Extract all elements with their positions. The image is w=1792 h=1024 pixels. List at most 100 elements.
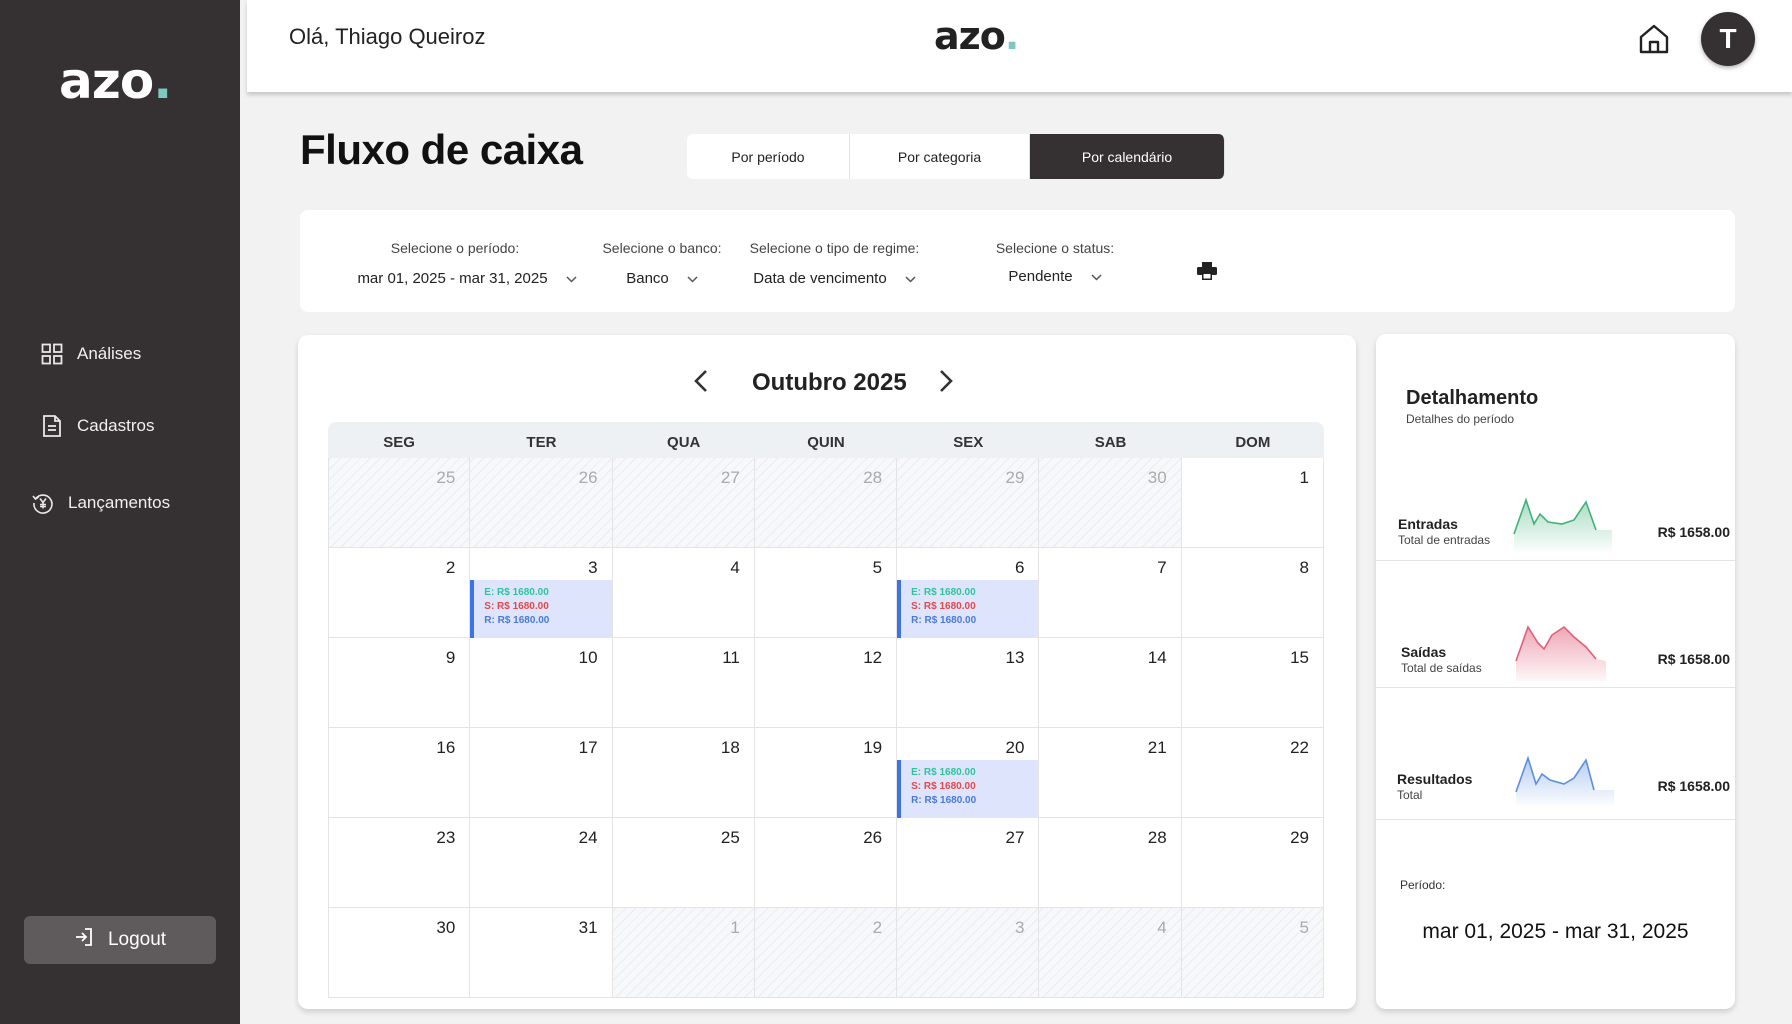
bank-select-value: Banco	[626, 270, 669, 287]
day-number: 27	[1005, 828, 1025, 847]
calendar-day[interactable]: 13	[897, 638, 1040, 728]
sidebar: azo. Análises Cadastros Lançamentos Logo…	[0, 0, 240, 1024]
sidebar-item-label: Cadastros	[77, 416, 155, 435]
home-icon[interactable]	[1637, 22, 1671, 56]
detail-title: Detalhamento	[1406, 387, 1539, 409]
calendar-day[interactable]: 14	[1039, 638, 1182, 728]
day-number: 2	[872, 918, 883, 937]
chevron-down-icon	[566, 270, 577, 287]
metric-entradas: Entradas Total de entradas R$ 1658.00	[1376, 434, 1735, 561]
chevron-left-icon[interactable]	[693, 369, 709, 398]
resultados-sparkline	[1515, 755, 1614, 808]
event-resultado: R: R$ 1680.00	[911, 795, 977, 806]
calendar-day[interactable]: 3 E: R$ 1680.00 S: R$ 1680.00 R: R$ 1680.00	[470, 548, 613, 638]
calendar-day[interactable]: 10	[470, 638, 613, 728]
view-tabs: Por período Por categoria Por calendário	[687, 134, 1225, 179]
calendar-day[interactable]: 16	[328, 728, 471, 818]
calendar-day[interactable]: 5	[754, 548, 898, 638]
calendar-event[interactable]: E: R$ 1680.00 S: R$ 1680.00 R: R$ 1680.00	[897, 760, 1039, 818]
calendar-day[interactable]: 29	[1181, 818, 1324, 908]
sidebar-item-lancamentos[interactable]: Lançamentos	[32, 492, 170, 514]
event-resultado: R: R$ 1680.00	[484, 615, 550, 626]
metric-value: R$ 1658.00	[1657, 778, 1730, 794]
calendar-day[interactable]: 3	[897, 908, 1040, 998]
day-number: 8	[1299, 558, 1309, 577]
calendar-day[interactable]: 6 E: R$ 1680.00 S: R$ 1680.00 R: R$ 1680.00	[897, 548, 1040, 638]
calendar-day[interactable]: 28	[1039, 818, 1182, 908]
calendar-day[interactable]: 2	[754, 908, 898, 998]
metric-title: Saídas	[1401, 644, 1447, 660]
calendar-day[interactable]: 22	[1181, 728, 1324, 818]
grid-icon	[41, 343, 63, 365]
tab-por-calendario[interactable]: Por calendário	[1030, 134, 1225, 179]
calendar-day[interactable]: 1	[1181, 458, 1324, 548]
status-filter-label: Selecione o status:	[995, 240, 1115, 256]
calendar-day[interactable]: 18	[612, 728, 755, 818]
calendar-day[interactable]: 29	[897, 458, 1040, 548]
bank-select[interactable]: Banco	[602, 270, 722, 287]
calendar-event[interactable]: E: R$ 1680.00 S: R$ 1680.00 R: R$ 1680.00	[897, 580, 1039, 638]
calendar-day[interactable]: 12	[754, 638, 898, 728]
period-filter-label: Selecione o período:	[390, 240, 520, 256]
day-number: 22	[1290, 738, 1309, 757]
day-number: 19	[863, 738, 883, 757]
weekday-label: SEX	[953, 433, 984, 451]
calendar-day[interactable]: 26	[754, 818, 898, 908]
calendar-event[interactable]: E: R$ 1680.00 S: R$ 1680.00 R: R$ 1680.00	[470, 580, 612, 638]
day-number: 24	[578, 828, 598, 847]
tab-por-categoria[interactable]: Por categoria	[850, 134, 1030, 179]
calendar-day[interactable]: 4	[612, 548, 755, 638]
chevron-right-icon[interactable]	[938, 369, 954, 398]
calendar-day[interactable]: 17	[470, 728, 613, 818]
event-saida: S: R$ 1680.00	[484, 601, 549, 612]
greeting: Olá, Thiago Queiroz	[289, 24, 486, 49]
print-icon[interactable]	[1197, 262, 1217, 285]
sidebar-item-cadastros[interactable]: Cadastros	[41, 414, 154, 438]
calendar-day[interactable]: 19	[754, 728, 898, 818]
calendar-day[interactable]: 1	[612, 908, 755, 998]
sidebar-item-analises[interactable]: Análises	[41, 343, 141, 365]
calendar-day[interactable]: 25	[328, 458, 471, 548]
calendar-day[interactable]: 27	[612, 458, 755, 548]
entradas-sparkline	[1513, 497, 1612, 554]
calendar-day[interactable]: 21	[1039, 728, 1182, 818]
avatar[interactable]: T	[1701, 12, 1755, 66]
status-select[interactable]: Pendente	[990, 268, 1120, 285]
calendar-day[interactable]: 27	[897, 818, 1040, 908]
calendar-weekday-header: SEG TER QUA QUIN SEX SAB DOM	[328, 422, 1324, 458]
bank-filter: Selecione o banco: Banco	[602, 240, 722, 287]
calendar-day[interactable]: 20 E: R$ 1680.00 S: R$ 1680.00 R: R$ 1680.0…	[897, 728, 1040, 818]
event-entrada: E: R$ 1680.00	[484, 587, 549, 598]
sidebar-logo: azo.	[59, 52, 172, 110]
tab-por-periodo[interactable]: Por período	[687, 134, 850, 179]
logout-button[interactable]: Logout	[24, 916, 216, 964]
calendar-day[interactable]: 30	[328, 908, 471, 998]
regime-select[interactable]: Data de vencimento	[742, 270, 927, 287]
calendar-day[interactable]: 5	[1181, 908, 1324, 998]
period-select[interactable]: mar 01, 2025 - mar 31, 2025	[352, 270, 582, 287]
bank-filter-label: Selecione o banco:	[602, 240, 722, 256]
day-number: 10	[578, 648, 598, 667]
day-number: 9	[445, 648, 456, 667]
calendar-day[interactable]: 2	[328, 548, 471, 638]
calendar-day[interactable]: 31	[470, 908, 613, 998]
calendar-day[interactable]: 25	[612, 818, 755, 908]
day-number: 2	[445, 558, 456, 577]
document-icon	[41, 414, 63, 438]
calendar-day[interactable]: 8	[1181, 548, 1324, 638]
calendar-day[interactable]: 7	[1039, 548, 1182, 638]
calendar-day[interactable]: 9	[328, 638, 471, 728]
calendar-day[interactable]: 28	[754, 458, 898, 548]
calendar-day[interactable]: 24	[470, 818, 613, 908]
calendar-day[interactable]: 26	[470, 458, 613, 548]
calendar-day[interactable]: 15	[1181, 638, 1324, 728]
calendar-day[interactable]: 23	[328, 818, 471, 908]
metric-subtitle: Total	[1397, 788, 1423, 802]
logout-icon	[74, 927, 94, 953]
calendar-day[interactable]: 4	[1039, 908, 1182, 998]
top-bar: Olá, Thiago Queiroz azo. T	[247, 0, 1792, 92]
detail-subtitle: Detalhes do período	[1406, 412, 1515, 426]
calendar-day[interactable]: 30	[1039, 458, 1182, 548]
calendar-day[interactable]: 11	[612, 638, 755, 728]
day-number: 31	[578, 918, 598, 937]
